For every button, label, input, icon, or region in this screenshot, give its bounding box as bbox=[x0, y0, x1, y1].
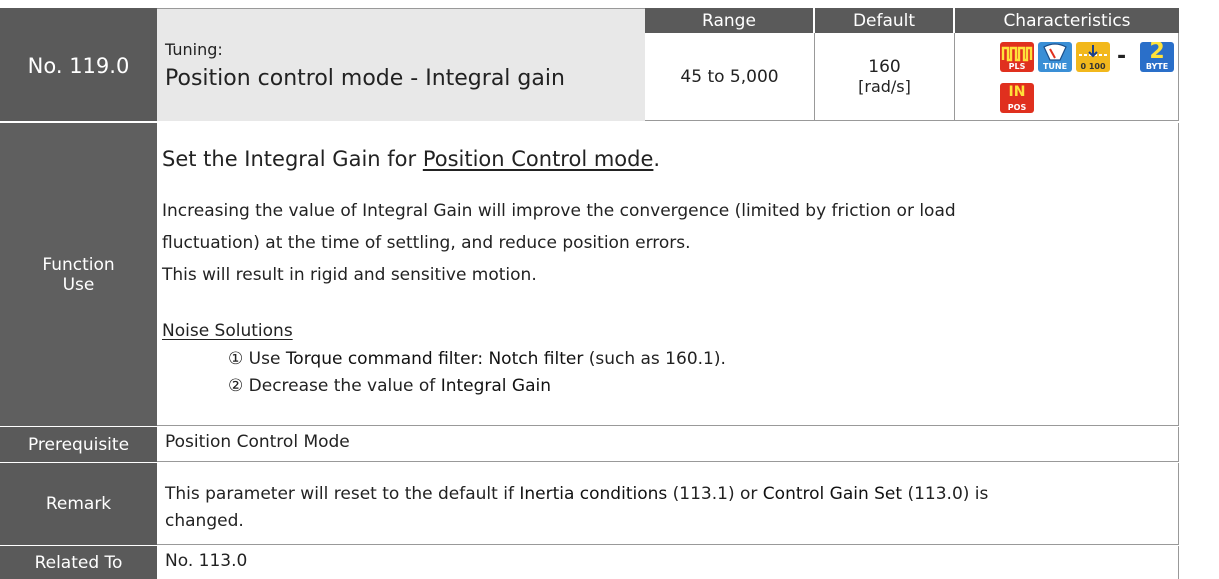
parameter-name-cell bbox=[157, 8, 645, 121]
column-header-characteristics: Characteristics bbox=[955, 8, 1179, 33]
prerequisite-value: Position Control Mode bbox=[165, 432, 350, 452]
range-icon-label: 0 100 bbox=[1080, 62, 1106, 71]
default-value: 160 bbox=[868, 57, 901, 77]
related-label: Related To bbox=[34, 552, 123, 573]
in-position-text: IN bbox=[1008, 84, 1026, 100]
range-cell: 45 to 5,000 bbox=[645, 33, 815, 121]
function-use-label-cell: Function Use bbox=[0, 123, 157, 426]
related-value-cell: No. 113.0 bbox=[157, 546, 1179, 579]
default-cell: 160 [rad/s] bbox=[815, 33, 955, 121]
tune-icon-label: TUNE bbox=[1042, 62, 1068, 71]
prerequisite-label: Prerequisite bbox=[27, 434, 130, 455]
two-byte-digit: 2 bbox=[1149, 42, 1165, 64]
tune-icon: TUNE bbox=[1038, 42, 1072, 72]
description-line-3: This will result in rigid and sensitive … bbox=[162, 265, 537, 285]
default-unit: [rad/s] bbox=[858, 77, 911, 96]
prerequisite-label-cell: Prerequisite bbox=[0, 427, 157, 462]
parameter-category: Tuning: bbox=[165, 40, 223, 59]
column-header-range: Range bbox=[645, 8, 813, 33]
noise-solution-item-2: ② Decrease the value of Integral Gain bbox=[228, 376, 552, 396]
two-byte-icon-label: BYTE bbox=[1145, 62, 1169, 71]
noise-solutions-title: Noise Solutions bbox=[162, 321, 293, 341]
function-heading: Set the Integral Gain for Position Contr… bbox=[162, 147, 661, 171]
parameter-number: No. 119.0 bbox=[27, 54, 130, 78]
prerequisite-value-cell: Position Control Mode bbox=[157, 427, 1179, 462]
position-control-mode-link: Position Control mode bbox=[422, 147, 654, 171]
in-position-icon: IN POS bbox=[1000, 83, 1034, 113]
use-label: Use bbox=[62, 274, 95, 295]
related-value: No. 113.0 bbox=[165, 551, 248, 571]
two-byte-icon: 2 BYTE bbox=[1140, 42, 1174, 72]
description-line-2: fluctuation) at the time of settling, an… bbox=[162, 233, 691, 253]
pulse-icon: PLS bbox=[1000, 42, 1034, 72]
description-line-1: Increasing the value of Integral Gain wi… bbox=[162, 201, 956, 221]
remark-label: Remark bbox=[45, 494, 112, 514]
range-icon: 0 100 bbox=[1076, 42, 1110, 72]
pulse-icon-label: PLS bbox=[1008, 62, 1026, 71]
remark-line-1: This parameter will reset to the default… bbox=[165, 484, 989, 504]
function-label: Function bbox=[42, 254, 115, 275]
in-position-icon-label: POS bbox=[1007, 103, 1027, 112]
column-header-default: Default bbox=[815, 8, 953, 33]
remark-value-cell bbox=[157, 463, 1179, 545]
parameter-name: Position control mode - Integral gain bbox=[165, 66, 565, 91]
remark-label-cell: Remark bbox=[0, 463, 157, 545]
remark-line-2: changed. bbox=[165, 511, 244, 531]
dash-separator: - bbox=[1117, 44, 1127, 69]
range-value: 45 to 5,000 bbox=[680, 66, 779, 87]
noise-solution-item-1: ① Use Torque command filter: Notch filte… bbox=[228, 349, 726, 369]
related-label-cell: Related To bbox=[0, 546, 157, 579]
